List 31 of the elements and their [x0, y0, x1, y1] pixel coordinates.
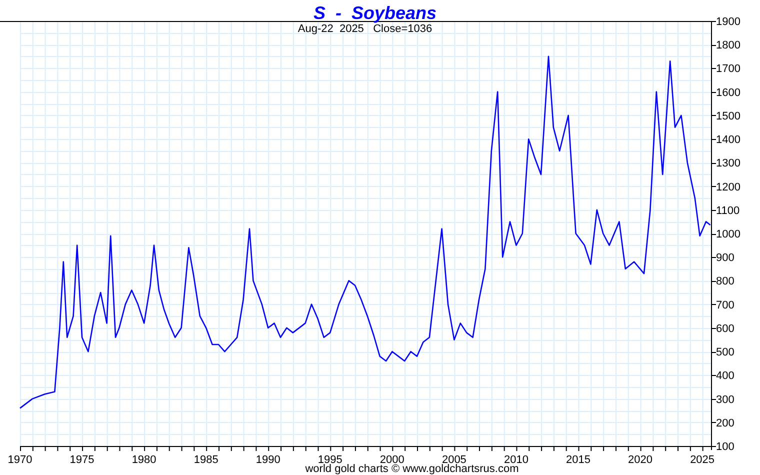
y-tick-label: 100	[716, 441, 734, 453]
x-tick-label: 2015	[566, 454, 590, 466]
y-tick-label: 200	[716, 417, 734, 430]
x-tick-label: 1975	[70, 454, 94, 466]
y-tick-label: 1800	[716, 40, 740, 52]
y-tick-label: 1500	[716, 110, 740, 122]
x-tick-label: 2025	[690, 454, 715, 466]
x-tick-label: 1985	[194, 454, 218, 466]
y-tick-label: 1100	[716, 204, 740, 217]
y-tick-label: 900	[716, 252, 734, 264]
y-tick-label: 1200	[716, 181, 740, 194]
y-tick-label: 1700	[716, 63, 740, 76]
y-tick-label: 300	[716, 394, 734, 406]
y-tick-label: 600	[716, 322, 734, 335]
x-tick-label: 1970	[8, 454, 32, 466]
y-tick-label: 1400	[716, 134, 740, 146]
footer-credit: world gold charts © www.goldchartsrus.com	[305, 463, 519, 475]
y-tick-label: 400	[716, 370, 734, 382]
y-tick-label: 1600	[716, 86, 740, 99]
x-tick-label: 2010	[504, 454, 528, 466]
x-tick-label: 1990	[256, 454, 280, 466]
y-tick-label: 700	[716, 299, 734, 312]
chart-title: S - Soybeans	[313, 3, 437, 23]
y-tick-label: 800	[716, 276, 734, 288]
y-tick-label: 1300	[716, 158, 740, 170]
y-tick-label: 1900	[716, 16, 740, 28]
y-tick-label: 1000	[716, 228, 740, 240]
x-tick-label: 1980	[132, 454, 156, 466]
y-tick-label: 500	[716, 346, 734, 359]
x-tick-label: 2020	[628, 454, 653, 466]
chart-subtitle: Aug-22 2025 Close=1036	[298, 23, 432, 35]
